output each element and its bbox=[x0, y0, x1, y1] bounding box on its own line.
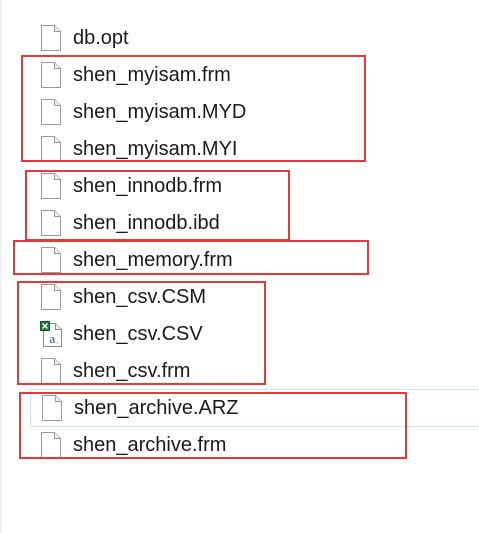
file-row-shen-csv-frm[interactable]: shen_csv.frm bbox=[28, 352, 468, 389]
file-name: shen_csv.CSV bbox=[73, 322, 203, 345]
file-row-shen-innodb-frm[interactable]: shen_innodb.frm bbox=[28, 167, 468, 204]
blank-file-icon bbox=[41, 61, 61, 88]
file-row-db-opt[interactable]: db.opt bbox=[28, 19, 468, 56]
file-row-shen-innodb-ibd[interactable]: shen_innodb.ibd bbox=[28, 204, 468, 241]
blank-file-icon bbox=[42, 395, 62, 421]
blank-file-icon bbox=[41, 135, 61, 162]
blank-file-icon bbox=[41, 98, 61, 125]
file-name: db.opt bbox=[73, 26, 129, 49]
file-row-shen-myisam-myi[interactable]: shen_myisam.MYI bbox=[28, 130, 468, 167]
file-name: shen_myisam.MYI bbox=[73, 137, 238, 160]
file-name: shen_innodb.frm bbox=[73, 174, 222, 197]
blank-file-icon bbox=[41, 283, 61, 310]
file-row-shen-myisam-myd[interactable]: shen_myisam.MYD bbox=[28, 93, 468, 130]
file-name: shen_memory.frm bbox=[73, 248, 233, 271]
file-name: shen_csv.frm bbox=[73, 359, 191, 382]
file-name: shen_archive.frm bbox=[73, 433, 227, 456]
file-name: shen_csv.CSM bbox=[73, 285, 207, 308]
file-name: shen_myisam.MYD bbox=[73, 100, 247, 123]
blank-file-icon bbox=[41, 172, 61, 199]
svg-text:a: a bbox=[50, 331, 56, 346]
file-row-shen-archive-frm[interactable]: shen_archive.frm bbox=[28, 426, 468, 463]
file-name: shen_myisam.frm bbox=[73, 63, 231, 86]
file-name: shen_archive.ARZ bbox=[74, 397, 239, 419]
file-list: db.opt shen_myisam.frm shen_myisam.MYD s… bbox=[0, 0, 479, 533]
excel-csv-file-icon: a , bbox=[40, 320, 62, 347]
blank-file-icon bbox=[41, 246, 61, 273]
blank-file-icon bbox=[41, 24, 61, 51]
blank-file-icon bbox=[41, 357, 61, 384]
blank-file-icon bbox=[41, 431, 61, 458]
file-name: shen_innodb.ibd bbox=[73, 211, 220, 234]
file-row-shen-archive-arz[interactable]: shen_archive.ARZ bbox=[30, 389, 479, 427]
file-row-shen-memory-frm[interactable]: shen_memory.frm bbox=[28, 241, 468, 278]
file-row-shen-myisam-frm[interactable]: shen_myisam.frm bbox=[28, 56, 468, 93]
blank-file-icon bbox=[41, 209, 61, 236]
file-row-shen-csv-csv[interactable]: a , shen_csv.CSV bbox=[28, 315, 468, 352]
file-row-shen-csv-csm[interactable]: shen_csv.CSM bbox=[28, 278, 468, 315]
